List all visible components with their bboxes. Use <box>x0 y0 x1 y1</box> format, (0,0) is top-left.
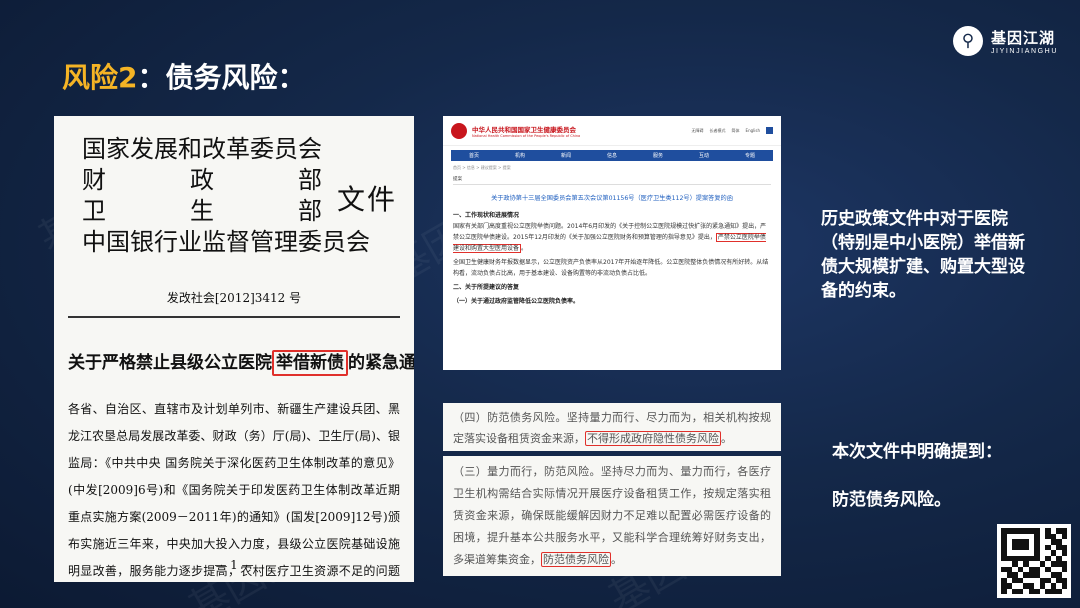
snippet-highlight: 防范债务风险 <box>541 552 611 567</box>
tool-link[interactable]: 长者模式 <box>710 128 726 134</box>
website-screenshot: 中华人民共和国国家卫生健康委员会 National Health Commiss… <box>443 116 781 370</box>
divider <box>68 316 400 318</box>
article-section-heading: 一、工作现状和进展情况 <box>453 212 520 219</box>
national-emblem-icon <box>451 122 467 139</box>
slide-title: 风险2：债务风险： <box>62 56 306 96</box>
scanned-document: 国家发展和改革委员会财政部卫生部中国银行业监督管理委员会 文件 发改社会[201… <box>54 116 414 582</box>
title-risk-name: ：债务风险： <box>137 61 306 94</box>
qr-code-icon <box>997 524 1071 598</box>
document-snippet: （四）防范债务风险。坚持量力而行、尽力而为，相关机构按规定落实设备租赁资金来源，… <box>443 403 781 451</box>
tool-link[interactable]: 无障碍 <box>692 128 704 134</box>
document-body: 各省、自治区、直辖市及计划单列市、新疆生产建设兵团、黑龙江农垦总局发展改革委、财… <box>68 402 400 578</box>
issuer-line: 国家发展和改革委员会 <box>82 135 322 163</box>
document-word: 文件 <box>337 183 398 216</box>
heading-after: 的紧急通知 <box>348 353 414 373</box>
breadcrumb[interactable]: 首页 > 信息 > 建议提案 > 提案 <box>453 165 771 171</box>
heading-before: 关于严格禁止县级公立医院 <box>68 353 272 373</box>
article-content: 关于政协第十三届全国委员会第五次会议第01156号（医疗卫生类112号）提案答复… <box>443 185 781 307</box>
snippet-text: （三）量力而行，防范风险。坚持尽力而为、量力而行，各医疗卫生机构需结合实际情况开… <box>453 465 771 566</box>
commentary-text: 历史政策文件中对于医院（特别是中小医院）举借新债大规模扩建、购置大型设备的约束。 <box>821 209 1025 301</box>
document-heading: 关于严格禁止县级公立医院举借新债的紧急通知 <box>68 348 414 376</box>
nav-item[interactable]: 新闻 <box>561 152 571 159</box>
snippet-text: 。 <box>611 553 622 566</box>
site-subtitle: National Health Commission of the People… <box>472 133 581 138</box>
article-title-link[interactable]: 关于政协第十三届全国委员会第五次会议第01156号（医疗卫生类112号）提案答复… <box>453 193 771 204</box>
title-risk-number: 风险2 <box>62 61 138 94</box>
page-number: — 1 — <box>214 558 254 572</box>
site-tools: 无障碍 长者模式 简体 English <box>692 127 773 134</box>
article-paragraph: 国家有关部门高度重视公立医院举债问题。2014年6月印发的《关于控制公立医院规模… <box>453 221 771 254</box>
website-header: 中华人民共和国国家卫生健康委员会 National Health Commiss… <box>443 116 781 146</box>
issuer-line: 财政部 <box>82 166 322 194</box>
section-tab[interactable]: 提案 <box>453 176 771 185</box>
search-icon[interactable] <box>766 127 773 134</box>
site-title: 中华人民共和国国家卫生健康委员会 <box>472 125 576 134</box>
logo-en: JIYINJIANGHU <box>990 48 1058 55</box>
article-subsection-heading: （一）关于通过政府监管降低公立医院负债率。 <box>453 298 580 305</box>
document-number: 发改社会[2012]3412 号 <box>166 291 302 305</box>
nav-item[interactable]: 服务 <box>653 152 663 159</box>
snippet-text: 。 <box>721 432 732 445</box>
tool-link[interactable]: 简体 <box>732 128 740 134</box>
article-paragraph: 全国卫生健康财务年报数据显示，公立医院资产负债率从2017年开始逐年降低。公立医… <box>453 259 769 277</box>
nav-item[interactable]: 首页 <box>469 152 479 159</box>
commentary-text: 本次文件中明确提到： <box>832 442 1002 462</box>
brand-logo: ⚲ 基因江湖 JIYINJIANGHU <box>952 26 1058 56</box>
paragraph-text: 。 <box>521 245 528 252</box>
heading-highlight: 举借新债 <box>272 350 348 376</box>
nav-item[interactable]: 互动 <box>699 152 709 159</box>
issuer-line: 卫生部 <box>82 197 322 225</box>
logo-mark-icon: ⚲ <box>952 26 983 56</box>
nav-item[interactable]: 专题 <box>745 152 755 159</box>
logo-name: 基因江湖 <box>990 29 1055 47</box>
nav-item[interactable]: 信息 <box>607 152 617 159</box>
commentary-text: 防范债务风险。 <box>832 490 951 510</box>
tool-link[interactable]: English <box>746 128 760 133</box>
article-section-heading: 二、关于所提建议的答复 <box>453 284 520 291</box>
issuer-line: 中国银行业监督管理委员会 <box>82 228 370 256</box>
snippet-highlight: 不得形成政府隐性债务风险 <box>585 431 721 446</box>
site-nav: 首页 机构 新闻 信息 服务 互动 专题 <box>451 150 773 161</box>
document-snippet: （三）量力而行，防范风险。坚持尽力而为、量力而行，各医疗卫生机构需结合实际情况开… <box>443 456 781 576</box>
nav-item[interactable]: 机构 <box>515 152 525 159</box>
